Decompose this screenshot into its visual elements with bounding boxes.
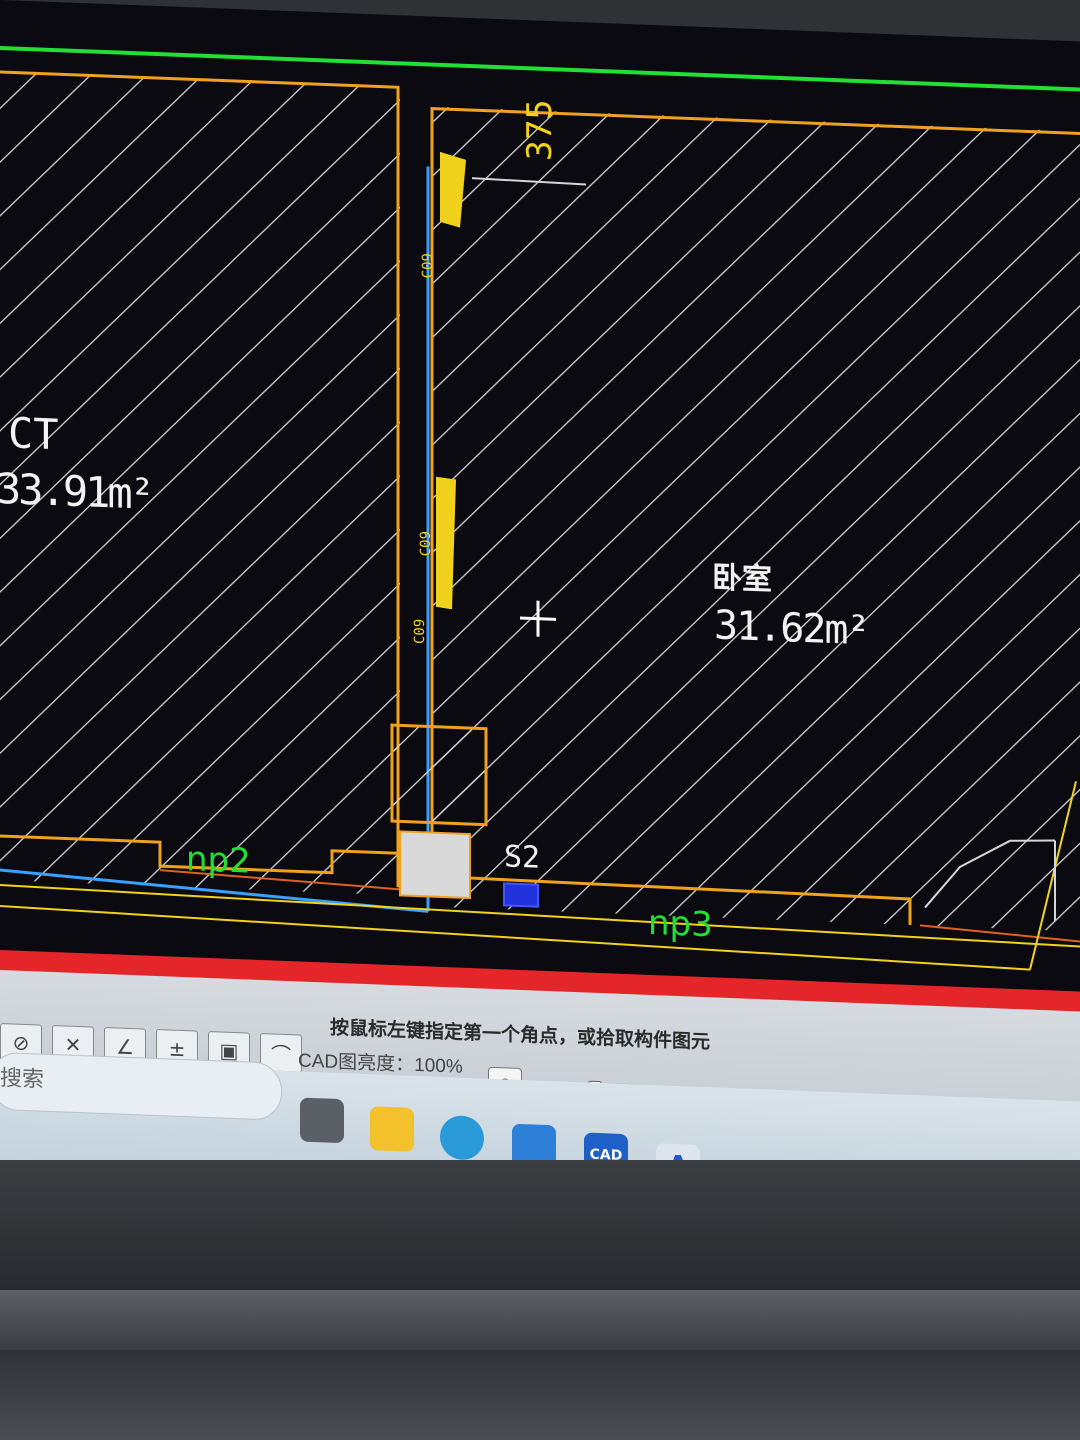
column-upper xyxy=(390,723,488,827)
taskbar-search-placeholder: 搜索 xyxy=(0,1065,45,1092)
file-explorer-icon[interactable] xyxy=(370,1106,414,1152)
axis-label-np2: np2 xyxy=(186,839,251,882)
axis-label-np3: np3 xyxy=(648,902,713,946)
s2-marker xyxy=(503,882,539,908)
column-lower xyxy=(399,830,471,900)
room-name-bedroom: 卧室 xyxy=(712,560,772,598)
edge-browser-icon[interactable] xyxy=(440,1114,484,1161)
monitor-bezel-edge xyxy=(0,1290,1080,1350)
tag-c09-mid: C09 xyxy=(418,530,434,557)
tag-c09-top: C09 xyxy=(420,252,436,279)
room-area-left: 33.91m² xyxy=(0,463,153,519)
tag-s2: S2 xyxy=(504,839,541,876)
cad-screen: 卧室 31.62m² CT 33.91m² 375 S2 C09 C09 C09… xyxy=(0,0,1080,1242)
dimension-375: 375 xyxy=(520,98,560,162)
task-view-icon[interactable] xyxy=(300,1097,344,1144)
room-area-bedroom: 31.62m² xyxy=(714,602,869,655)
brightness-value: 100% xyxy=(414,1054,463,1078)
room-name-left: CT xyxy=(8,408,59,460)
tag-c09-low: C09 xyxy=(412,618,428,645)
room-right-hatch xyxy=(432,106,1080,932)
